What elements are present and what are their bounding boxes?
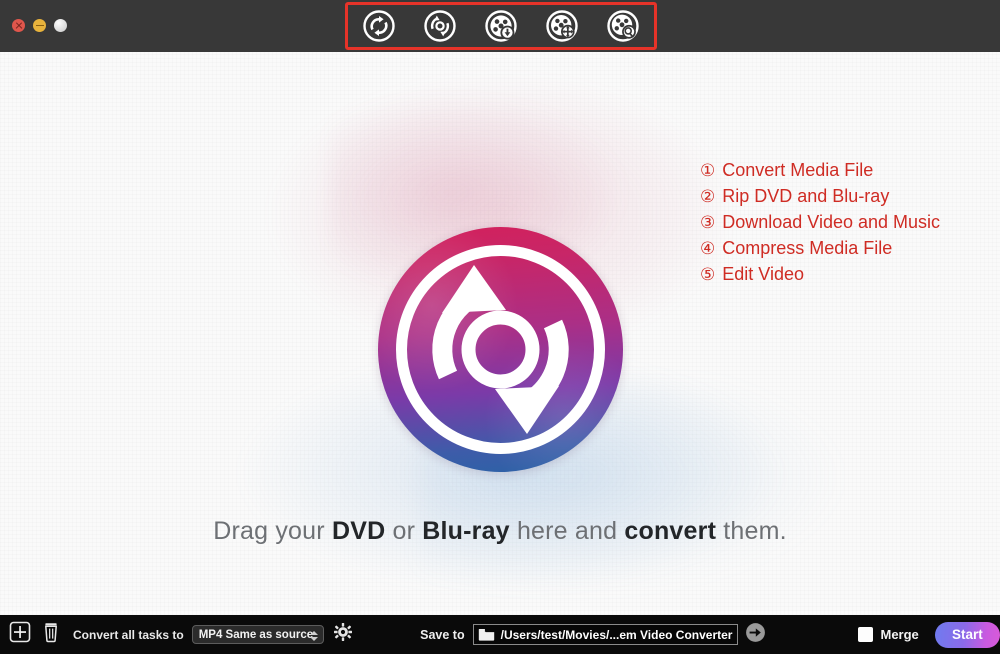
delete-button[interactable] xyxy=(41,621,61,648)
save-path-field[interactable]: /Users/test/Movies/...em Video Converter xyxy=(472,624,739,645)
title-bar xyxy=(0,0,1000,52)
save-to-label: Save to xyxy=(420,627,465,642)
maximize-button[interactable] xyxy=(54,19,67,32)
annotation-label: Rip DVD and Blu-ray xyxy=(722,186,890,206)
gear-icon xyxy=(334,623,353,645)
settings-button[interactable] xyxy=(334,623,353,646)
drop-area[interactable]: Drag your DVD or Blu-ray here and conver… xyxy=(0,52,1000,615)
download-reel-icon xyxy=(484,9,518,43)
app-window: ① ② ③ ④ ⑤ Drag your DVD or Blu-ray here … xyxy=(0,0,1000,654)
annotation-label: Edit Video xyxy=(722,264,804,284)
format-select-value: MP4 Same as source xyxy=(198,628,314,641)
toolbar-button-edit[interactable] xyxy=(603,6,643,46)
annotation-item: ③ Download Video and Music xyxy=(700,212,940,238)
edit-reel-icon xyxy=(606,9,640,43)
bottom-toolbar: Convert all tasks to MP4 Same as source xyxy=(0,615,1000,654)
convert-all-label: Convert all tasks to xyxy=(73,627,184,642)
drop-text-part2: or xyxy=(385,517,423,545)
annotation-number: ③ xyxy=(700,213,716,233)
annotation-item: ⑤ Edit Video xyxy=(700,264,940,290)
format-select[interactable]: MP4 Same as source xyxy=(191,625,325,644)
annotation-item: ① Convert Media File xyxy=(700,160,940,186)
annotation-number: ② xyxy=(700,187,716,207)
drop-text-part3: here and xyxy=(509,517,625,545)
annotation-number: ① xyxy=(700,161,716,181)
toolbar-button-convert[interactable] xyxy=(359,6,399,46)
add-file-button[interactable] xyxy=(9,621,31,648)
toolbar-button-download[interactable] xyxy=(481,6,521,46)
merge-label: Merge xyxy=(880,627,919,642)
minimize-button[interactable] xyxy=(33,19,46,32)
annotation-label: Compress Media File xyxy=(722,238,893,258)
annotation-list: ① Convert Media File ② Rip DVD and Blu-r… xyxy=(700,160,940,290)
drop-text-bluray: Blu-ray xyxy=(422,517,510,545)
drop-instruction-text: Drag your DVD or Blu-ray here and conver… xyxy=(0,517,1000,546)
annotation-label: Convert Media File xyxy=(722,160,874,180)
convert-icon xyxy=(362,9,396,43)
toolbar-button-compress[interactable] xyxy=(542,6,582,46)
dvd-ripper-icon xyxy=(423,9,457,43)
arrow-right-circle-icon xyxy=(745,622,766,647)
folder-icon xyxy=(478,628,495,641)
drop-text-part1: Drag your xyxy=(213,517,332,545)
annotation-item: ② Rip DVD and Blu-ray xyxy=(700,186,940,212)
annotation-label: Download Video and Music xyxy=(722,212,941,232)
trash-icon xyxy=(41,621,61,648)
compress-reel-icon xyxy=(545,9,579,43)
drop-text-part4: them. xyxy=(716,517,787,545)
annotation-number: ④ xyxy=(700,239,716,259)
convert-circle-logo xyxy=(378,227,623,472)
merge-checkbox[interactable]: Merge xyxy=(858,627,919,642)
add-file-icon xyxy=(9,621,31,648)
save-path-value: /Users/test/Movies/...em Video Converter xyxy=(500,627,733,642)
drop-text-convert: convert xyxy=(624,517,717,545)
window-controls xyxy=(12,19,67,32)
toolbar-button-dvd-ripper[interactable] xyxy=(420,6,460,46)
logo-arrows-icon xyxy=(396,245,605,454)
open-folder-button[interactable] xyxy=(745,622,766,648)
annotation-number: ⑤ xyxy=(700,265,716,285)
annotation-item: ④ Compress Media File xyxy=(700,238,940,264)
up-down-stepper-icon[interactable] xyxy=(308,628,319,643)
checkbox-icon[interactable] xyxy=(858,627,874,642)
drop-text-dvd: DVD xyxy=(331,517,386,545)
start-button[interactable]: Start xyxy=(934,621,1000,648)
toolbar-mode-group xyxy=(345,2,657,50)
close-button[interactable] xyxy=(12,19,25,32)
